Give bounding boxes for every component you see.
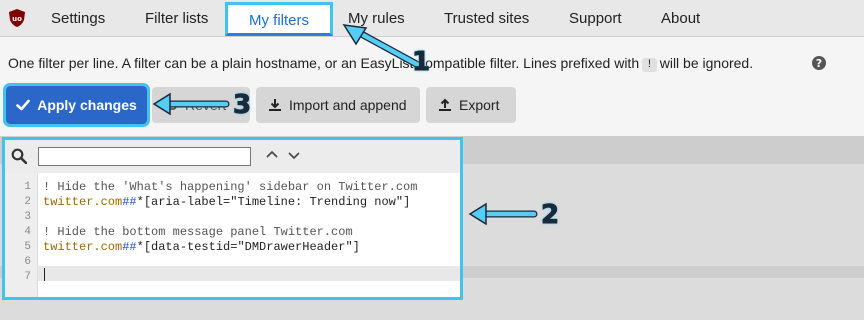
search-icon — [11, 148, 27, 164]
svg-text:uo: uo — [12, 15, 22, 23]
annotation-number-3: 3 — [232, 90, 252, 121]
svg-text:?: ? — [816, 57, 822, 70]
tab-trusted-sites[interactable]: Trusted sites — [444, 0, 529, 37]
tab-settings[interactable]: Settings — [51, 0, 105, 37]
tab-about[interactable]: About — [661, 0, 700, 37]
ublock-logo-icon: uo — [9, 9, 25, 27]
chevron-up-icon[interactable] — [265, 148, 279, 162]
line-number: 6 — [24, 256, 31, 268]
tab-bar: uo Settings Filter lists My filters My r… — [0, 0, 864, 37]
annotation-arrow-3 — [152, 92, 230, 116]
apply-changes-label: Apply changes — [37, 97, 137, 113]
code-line-filter: twitter.com##*[data-testid="DMDrawerHead… — [43, 240, 360, 255]
filter-separator: ## — [122, 195, 137, 209]
filter-selector: *[data-testid="DMDrawerHeader"] — [136, 240, 360, 254]
code-line-filter: twitter.com##*[aria-label="Timeline: Tre… — [43, 195, 410, 210]
filter-hostname: twitter.com — [43, 240, 123, 254]
apply-changes-button[interactable]: Apply changes — [3, 83, 150, 127]
filter-separator: ## — [122, 240, 137, 254]
line-number: 5 — [24, 241, 31, 253]
tab-my-filters[interactable]: My filters — [225, 2, 333, 36]
annotation-number-1: 1 — [411, 47, 431, 78]
comment-prefix-kbd: ! — [642, 58, 657, 72]
line-number-gutter: 1 2 3 4 5 6 7 — [5, 173, 38, 297]
filter-selector: *[aria-label="Timeline: Trending now"] — [136, 195, 411, 209]
import-and-append-label: Import and append — [289, 97, 407, 113]
chevron-down-icon[interactable] — [287, 148, 301, 162]
filter-editor[interactable]: 1 2 3 4 5 6 7 ! Hide the 'What's happeni… — [2, 137, 463, 300]
current-line-highlight — [38, 266, 460, 281]
code-line-comment: ! Hide the bottom message panel Twitter.… — [43, 225, 353, 239]
help-icon[interactable]: ? — [811, 55, 827, 71]
tab-filter-lists[interactable]: Filter lists — [145, 0, 208, 37]
line-number: 4 — [24, 226, 31, 238]
tab-support[interactable]: Support — [569, 0, 622, 37]
description-before: One filter per line. A filter can be a p… — [8, 55, 640, 71]
line-number: 2 — [24, 196, 31, 208]
export-button[interactable]: Export — [426, 87, 516, 123]
import-and-append-button[interactable]: Import and append — [256, 87, 420, 123]
description-after: will be ignored. — [659, 55, 754, 71]
checkmark-icon — [16, 99, 31, 111]
line-number: 7 — [24, 271, 31, 283]
annotation-number-2: 2 — [540, 200, 560, 231]
code-line-comment: ! Hide the 'What's happening' sidebar on… — [43, 180, 418, 194]
search-input[interactable] — [38, 147, 251, 166]
line-number: 3 — [24, 211, 31, 223]
annotation-arrow-2 — [468, 202, 538, 226]
text-caret — [44, 268, 45, 281]
line-number: 1 — [24, 181, 31, 193]
export-icon — [439, 98, 451, 111]
export-label: Export — [459, 97, 500, 113]
import-icon — [269, 99, 281, 111]
search-bar — [5, 140, 460, 173]
filter-hostname: twitter.com — [43, 195, 123, 209]
